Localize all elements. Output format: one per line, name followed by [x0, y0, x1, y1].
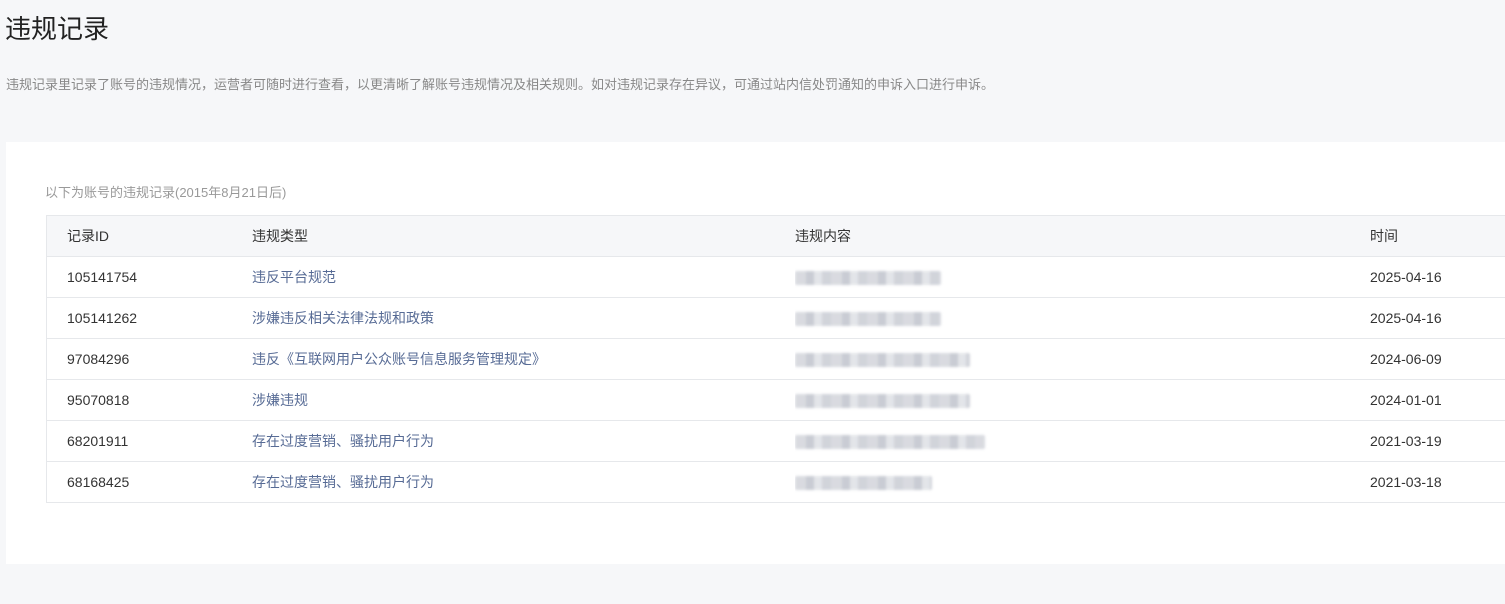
column-header-type: 违规类型: [252, 227, 308, 244]
blurred-content: [795, 270, 941, 285]
record-time-cell: 2024-06-09: [1370, 350, 1442, 367]
violation-type-link[interactable]: 涉嫌违规: [252, 379, 795, 420]
table-row: 68168425 存在过度营销、骚扰用户行为 2021-03-18: [47, 461, 1505, 502]
page-description: 违规记录里记录了账号的违规情况，运营者可随时进行查看，以更清晰了解账号违规情况及…: [6, 77, 995, 92]
record-time-cell: 2025-04-16: [1370, 268, 1442, 285]
record-time-cell: 2021-03-19: [1370, 432, 1442, 449]
violation-records-page: 违规记录 违规记录里记录了账号的违规情况，运营者可随时进行查看，以更清晰了解账号…: [0, 0, 1505, 604]
column-header-time: 时间: [1370, 227, 1398, 244]
table-row: 97084296 违反《互联网用户公众账号信息服务管理规定》 2024-06-09: [47, 338, 1505, 379]
record-time-cell: 2025-04-16: [1370, 309, 1442, 326]
table-header-row: 记录ID 违规类型 违规内容 时间: [47, 216, 1505, 256]
violation-type-link[interactable]: 违反《互联网用户公众账号信息服务管理规定》: [252, 338, 795, 379]
record-id-cell: 68201911: [67, 432, 129, 449]
violation-content-cell: [795, 256, 1370, 297]
table-row: 68201911 存在过度营销、骚扰用户行为 2021-03-19: [47, 420, 1505, 461]
violation-type-link[interactable]: 存在过度营销、骚扰用户行为: [252, 420, 795, 461]
record-time-cell: 2024-01-01: [1370, 391, 1442, 408]
record-id-cell: 105141754: [67, 268, 138, 285]
table-row: 105141754 违反平台规范 2025-04-16: [47, 256, 1505, 297]
violation-content-cell: [795, 297, 1370, 338]
violation-content-cell: [795, 338, 1370, 379]
table-caption: 以下为账号的违规记录(2015年8月21日后): [45, 185, 287, 200]
column-header-id: 记录ID: [67, 227, 109, 244]
blurred-content: [795, 352, 970, 367]
table-row: 105141262 涉嫌违反相关法律法规和政策 2025-04-16: [47, 297, 1505, 338]
blurred-content: [795, 393, 970, 408]
column-header-content: 违规内容: [795, 227, 851, 244]
blurred-content: [795, 475, 932, 490]
records-table-wrapper: 记录ID 违规类型 违规内容 时间 105141754 违反平台规范 2025-04…: [46, 215, 1505, 503]
violation-content-cell: [795, 420, 1370, 461]
violation-content-cell: [795, 379, 1370, 420]
record-id-cell: 97084296: [67, 350, 130, 367]
record-id-cell: 105141262: [67, 309, 138, 326]
blurred-content: [795, 311, 941, 326]
record-time-cell: 2021-03-18: [1370, 473, 1442, 490]
records-table-body: 105141754 违反平台规范 2025-04-16 105141262 涉嫌违反相关…: [47, 256, 1505, 502]
violation-content-cell: [795, 461, 1370, 502]
record-id-cell: 95070818: [67, 391, 130, 408]
blurred-content: [795, 434, 985, 449]
record-id-cell: 68168425: [67, 473, 130, 490]
records-table: 记录ID 违规类型 违规内容 时间 105141754 违反平台规范 2025-04…: [47, 216, 1505, 502]
table-row: 95070818 涉嫌违规 2024-01-01: [47, 379, 1505, 420]
violation-type-link[interactable]: 存在过度营销、骚扰用户行为: [252, 461, 795, 502]
violation-type-link[interactable]: 违反平台规范: [252, 256, 795, 297]
records-card: 以下为账号的违规记录(2015年8月21日后) 记录ID 违规类型 违规内容 时…: [6, 142, 1505, 564]
violation-type-link[interactable]: 涉嫌违反相关法律法规和政策: [252, 297, 795, 338]
page-title: 违规记录: [5, 14, 110, 44]
